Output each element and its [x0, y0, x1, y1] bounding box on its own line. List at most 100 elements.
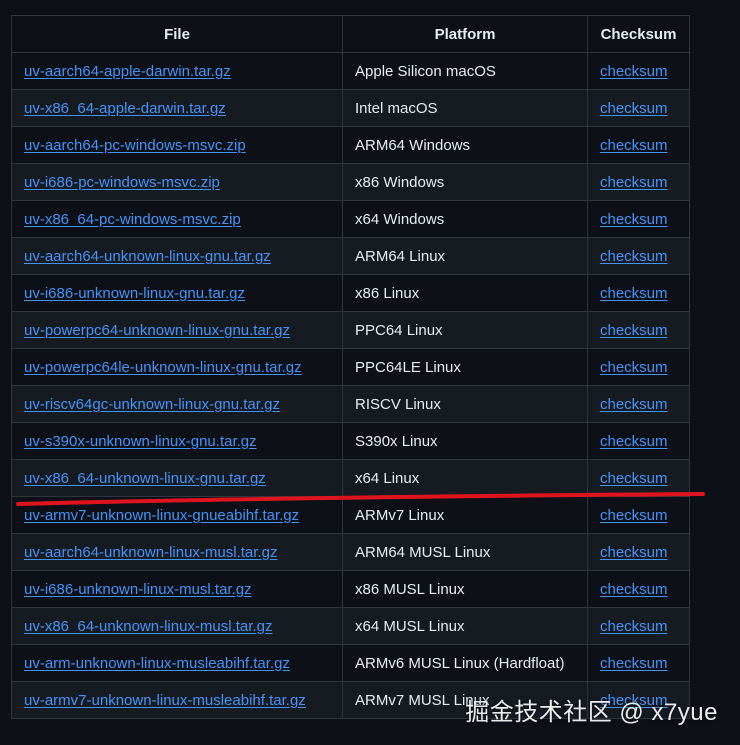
checksum-link[interactable]: checksum: [600, 174, 668, 191]
file-cell: uv-arm-unknown-linux-musleabihf.tar.gz: [11, 644, 343, 682]
table-row: uv-i686-unknown-linux-gnu.tar.gz x86 Linu…: [11, 274, 690, 312]
column-header-platform: Platform: [342, 15, 588, 53]
file-cell: uv-i686-unknown-linux-musl.tar.gz: [11, 570, 343, 608]
checksum-link[interactable]: checksum: [600, 211, 668, 228]
checksum-link[interactable]: checksum: [600, 63, 668, 80]
checksum-link[interactable]: checksum: [600, 581, 668, 598]
file-cell: uv-i686-unknown-linux-gnu.tar.gz: [11, 274, 343, 312]
file-download-link[interactable]: uv-x86_64-apple-darwin.tar.gz: [24, 100, 226, 117]
file-cell: uv-aarch64-unknown-linux-musl.tar.gz: [11, 533, 343, 571]
file-download-link[interactable]: uv-x86_64-unknown-linux-musl.tar.gz: [24, 618, 272, 635]
table-row: uv-s390x-unknown-linux-gnu.tar.gz S390x L…: [11, 422, 690, 460]
file-cell: uv-x86_64-apple-darwin.tar.gz: [11, 89, 343, 127]
platform-cell: ARM64 Linux: [342, 237, 588, 275]
checksum-link[interactable]: checksum: [600, 322, 668, 339]
table-row: uv-x86_64-unknown-linux-gnu.tar.gz x64 Li…: [11, 459, 690, 497]
column-header-checksum: Checksum: [587, 15, 690, 53]
checksum-cell: checksum: [587, 163, 690, 201]
file-download-link[interactable]: uv-x86_64-unknown-linux-gnu.tar.gz: [24, 470, 266, 487]
table-row: uv-aarch64-unknown-linux-musl.tar.gz ARM6…: [11, 533, 690, 571]
platform-cell: x86 Windows: [342, 163, 588, 201]
table-body: uv-aarch64-apple-darwin.tar.gz Apple Sili…: [11, 52, 690, 719]
file-download-link[interactable]: uv-riscv64gc-unknown-linux-gnu.tar.gz: [24, 396, 280, 413]
checksum-link[interactable]: checksum: [600, 137, 668, 154]
table-row: uv-x86_64-unknown-linux-musl.tar.gz x64 M…: [11, 607, 690, 645]
file-cell: uv-armv7-unknown-linux-gnueabihf.tar.gz: [11, 496, 343, 534]
file-cell: uv-riscv64gc-unknown-linux-gnu.tar.gz: [11, 385, 343, 423]
checksum-link[interactable]: checksum: [600, 544, 668, 561]
platform-cell: x64 Linux: [342, 459, 588, 497]
file-download-link[interactable]: uv-x86_64-pc-windows-msvc.zip: [24, 211, 241, 228]
table-row: uv-armv7-unknown-linux-gnueabihf.tar.gz A…: [11, 496, 690, 534]
platform-cell: x86 MUSL Linux: [342, 570, 588, 608]
file-download-link[interactable]: uv-i686-pc-windows-msvc.zip: [24, 174, 220, 191]
file-cell: uv-s390x-unknown-linux-gnu.tar.gz: [11, 422, 343, 460]
page: File Platform Checksum uv-aarch64-apple-…: [0, 0, 740, 745]
file-download-link[interactable]: uv-aarch64-unknown-linux-gnu.tar.gz: [24, 248, 271, 265]
release-assets-table: File Platform Checksum uv-aarch64-apple-…: [11, 15, 690, 719]
checksum-cell: checksum: [587, 126, 690, 164]
file-cell: uv-aarch64-unknown-linux-gnu.tar.gz: [11, 237, 343, 275]
file-download-link[interactable]: uv-aarch64-unknown-linux-musl.tar.gz: [24, 544, 277, 561]
table-row: uv-powerpc64-unknown-linux-gnu.tar.gz PPC…: [11, 311, 690, 349]
file-download-link[interactable]: uv-i686-unknown-linux-musl.tar.gz: [24, 581, 252, 598]
checksum-cell: checksum: [587, 274, 690, 312]
file-cell: uv-armv7-unknown-linux-musleabihf.tar.gz: [11, 681, 343, 719]
table-row: uv-x86_64-pc-windows-msvc.zip x64 Windows…: [11, 200, 690, 238]
checksum-cell: checksum: [587, 237, 690, 275]
table-header-row: File Platform Checksum: [11, 15, 690, 53]
checksum-link[interactable]: checksum: [600, 285, 668, 302]
checksum-link[interactable]: checksum: [600, 655, 668, 672]
file-cell: uv-i686-pc-windows-msvc.zip: [11, 163, 343, 201]
checksum-cell: checksum: [587, 644, 690, 682]
file-cell: uv-x86_64-unknown-linux-gnu.tar.gz: [11, 459, 343, 497]
platform-cell: Intel macOS: [342, 89, 588, 127]
checksum-link[interactable]: checksum: [600, 100, 668, 117]
checksum-link[interactable]: checksum: [600, 433, 668, 450]
file-download-link[interactable]: uv-arm-unknown-linux-musleabihf.tar.gz: [24, 655, 290, 672]
platform-cell: ARM64 MUSL Linux: [342, 533, 588, 571]
checksum-cell: checksum: [587, 459, 690, 497]
file-cell: uv-aarch64-pc-windows-msvc.zip: [11, 126, 343, 164]
table-row: uv-riscv64gc-unknown-linux-gnu.tar.gz RIS…: [11, 385, 690, 423]
checksum-cell: checksum: [587, 200, 690, 238]
file-download-link[interactable]: uv-powerpc64le-unknown-linux-gnu.tar.gz: [24, 359, 302, 376]
file-cell: uv-x86_64-pc-windows-msvc.zip: [11, 200, 343, 238]
platform-cell: RISCV Linux: [342, 385, 588, 423]
checksum-link[interactable]: checksum: [600, 470, 668, 487]
checksum-link[interactable]: checksum: [600, 507, 668, 524]
file-cell: uv-x86_64-unknown-linux-musl.tar.gz: [11, 607, 343, 645]
checksum-cell: checksum: [587, 570, 690, 608]
file-download-link[interactable]: uv-i686-unknown-linux-gnu.tar.gz: [24, 285, 245, 302]
checksum-cell: checksum: [587, 422, 690, 460]
file-download-link[interactable]: uv-s390x-unknown-linux-gnu.tar.gz: [24, 433, 257, 450]
checksum-link[interactable]: checksum: [600, 618, 668, 635]
table-row: uv-powerpc64le-unknown-linux-gnu.tar.gz P…: [11, 348, 690, 386]
checksum-cell: checksum: [587, 533, 690, 571]
checksum-cell: checksum: [587, 348, 690, 386]
file-download-link[interactable]: uv-aarch64-apple-darwin.tar.gz: [24, 63, 231, 80]
table-row: uv-aarch64-pc-windows-msvc.zip ARM64 Wind…: [11, 126, 690, 164]
table-row: uv-aarch64-apple-darwin.tar.gz Apple Sili…: [11, 52, 690, 90]
checksum-link[interactable]: checksum: [600, 359, 668, 376]
table-row: uv-i686-unknown-linux-musl.tar.gz x86 MUS…: [11, 570, 690, 608]
platform-cell: ARMv7 Linux: [342, 496, 588, 534]
file-download-link[interactable]: uv-armv7-unknown-linux-gnueabihf.tar.gz: [24, 507, 299, 524]
checksum-cell: checksum: [587, 89, 690, 127]
table-row: uv-arm-unknown-linux-musleabihf.tar.gz AR…: [11, 644, 690, 682]
platform-cell: x64 Windows: [342, 200, 588, 238]
file-download-link[interactable]: uv-armv7-unknown-linux-musleabihf.tar.gz: [24, 692, 306, 709]
checksum-cell: checksum: [587, 607, 690, 645]
checksum-cell: checksum: [587, 311, 690, 349]
file-download-link[interactable]: uv-powerpc64-unknown-linux-gnu.tar.gz: [24, 322, 290, 339]
platform-cell: PPC64 Linux: [342, 311, 588, 349]
checksum-link[interactable]: checksum: [600, 396, 668, 413]
file-cell: uv-powerpc64le-unknown-linux-gnu.tar.gz: [11, 348, 343, 386]
platform-cell: x86 Linux: [342, 274, 588, 312]
platform-cell: S390x Linux: [342, 422, 588, 460]
column-header-file: File: [11, 15, 343, 53]
file-cell: uv-aarch64-apple-darwin.tar.gz: [11, 52, 343, 90]
platform-cell: PPC64LE Linux: [342, 348, 588, 386]
checksum-link[interactable]: checksum: [600, 248, 668, 265]
file-download-link[interactable]: uv-aarch64-pc-windows-msvc.zip: [24, 137, 246, 154]
